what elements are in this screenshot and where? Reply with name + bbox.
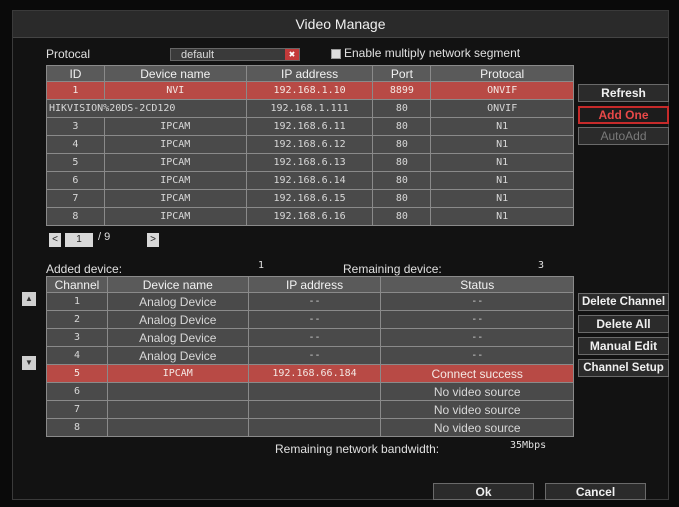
remaining-device-count: 3	[538, 260, 545, 271]
scroll-up-icon[interactable]: ▲	[22, 292, 36, 306]
table-row[interactable]: 1 Analog Device -- --	[46, 292, 574, 311]
video-manage-window: Video Manage Protocal default ✖ Enable m…	[12, 10, 669, 500]
bandwidth-value: 35Mbps	[510, 440, 547, 451]
remaining-device-label: Remaining device:	[343, 262, 442, 276]
added-device-count: 1	[258, 260, 265, 271]
auto-add-button[interactable]: AutoAdd	[578, 127, 669, 145]
channel-table: Channel Device name IP address Status 1 …	[46, 276, 574, 437]
channel-setup-button[interactable]: Channel Setup	[578, 359, 669, 377]
table-row[interactable]: 3 Analog Device -- --	[46, 328, 574, 347]
table-row[interactable]: 7 IPCAM 192.168.6.15 80 N1	[46, 189, 574, 208]
prev-page-button[interactable]: <	[49, 233, 61, 247]
table-row[interactable]: 5 IPCAM 192.168.66.184 Connect success	[46, 364, 574, 383]
col-ip-address: IP address	[245, 65, 374, 82]
window-title: Video Manage	[13, 11, 668, 38]
protocol-select-value: default	[181, 49, 215, 61]
col-device-name: Device name	[103, 65, 247, 82]
manual-edit-button[interactable]: Manual Edit	[578, 337, 669, 355]
col-status: Status	[380, 276, 574, 293]
table-row[interactable]: 2 Analog Device -- --	[46, 310, 574, 329]
table-row[interactable]: 5 IPCAM 192.168.6.13 80 N1	[46, 153, 574, 172]
next-page-button[interactable]: >	[147, 233, 159, 247]
protocol-select[interactable]: default ✖	[170, 48, 300, 61]
added-device-label: Added device:	[46, 262, 123, 276]
col-port: Port	[372, 65, 432, 82]
refresh-button[interactable]: Refresh	[578, 84, 669, 102]
table-row[interactable]: 4 Analog Device -- --	[46, 346, 574, 365]
table-row[interactable]: 6 IPCAM 192.168.6.14 80 N1	[46, 171, 574, 190]
scroll-down-icon[interactable]: ▼	[22, 356, 36, 370]
table-row[interactable]: 3 IPCAM 192.168.6.11 80 N1	[46, 117, 574, 136]
col-device-name: Device name	[106, 276, 249, 293]
delete-all-button[interactable]: Delete All	[578, 315, 669, 333]
table-row[interactable]: HIKVISION%20DS-2CD120 192.168.1.111 80 O…	[46, 99, 574, 118]
channel-table-header: Channel Device name IP address Status	[46, 276, 574, 293]
search-results-header: ID Device name IP address Port Protocal	[46, 65, 574, 82]
page-number-input[interactable]: 1	[65, 233, 93, 247]
table-row[interactable]: 8 IPCAM 192.168.6.16 80 N1	[46, 207, 574, 226]
col-ip-address: IP address	[247, 276, 382, 293]
multi-segment-checkbox[interactable]	[331, 49, 341, 59]
table-row[interactable]: 8 No video source	[46, 418, 574, 437]
page-total: / 9	[98, 231, 111, 243]
table-row[interactable]: 1 NVI 192.168.1.10 8899 ONVIF	[46, 81, 574, 100]
chevron-down-icon[interactable]: ✖	[285, 49, 299, 60]
protocol-label: Protocal	[46, 47, 91, 61]
add-one-button[interactable]: Add One	[578, 106, 669, 124]
table-row[interactable]: 6 No video source	[46, 382, 574, 401]
bandwidth-label: Remaining network bandwidth:	[275, 442, 440, 456]
multi-segment-label: Enable multiply network segment	[344, 46, 521, 60]
col-id: ID	[46, 65, 105, 82]
col-channel: Channel	[46, 276, 108, 293]
ok-button[interactable]: Ok	[433, 483, 534, 500]
table-row[interactable]: 4 IPCAM 192.168.6.12 80 N1	[46, 135, 574, 154]
cancel-button[interactable]: Cancel	[545, 483, 646, 500]
delete-channel-button[interactable]: Delete Channel	[578, 293, 669, 311]
search-results-table: ID Device name IP address Port Protocal …	[46, 65, 574, 226]
table-row[interactable]: 7 No video source	[46, 400, 574, 419]
col-protocol: Protocal	[430, 65, 574, 82]
